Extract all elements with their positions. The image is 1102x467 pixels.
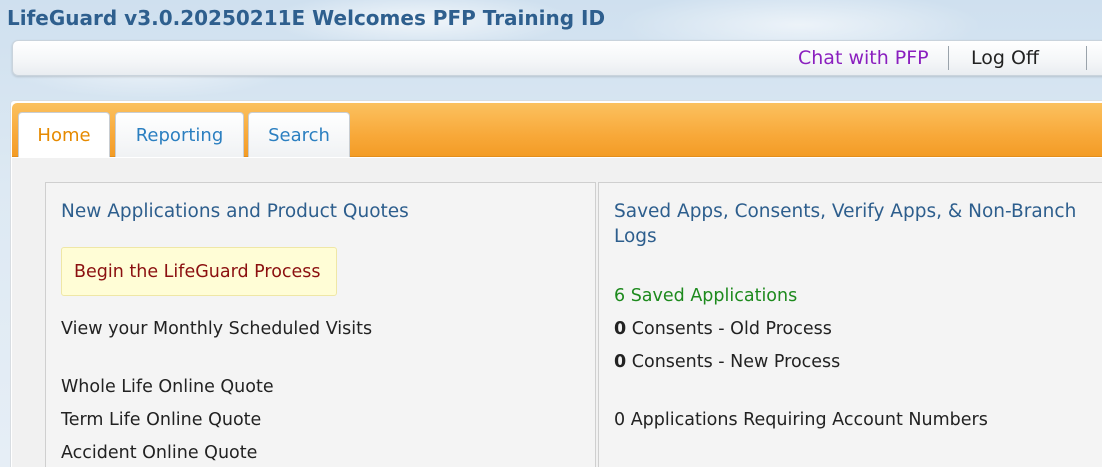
consents-new-label: Consents - New Process xyxy=(631,352,841,372)
section-title: New Applications and Product Quotes xyxy=(61,201,409,222)
applications-requiring-account-numbers-link[interactable]: 0 Applications Requiring Account Numbers xyxy=(614,410,988,430)
top-toolbar xyxy=(12,40,1102,76)
begin-lifeguard-process-button[interactable]: Begin the LifeGuard Process xyxy=(61,247,337,296)
toolbar-divider xyxy=(948,46,949,70)
consents-old-count: 0 xyxy=(614,319,627,339)
accident-quote-link[interactable]: Accident Online Quote xyxy=(61,443,257,463)
consents-new-process-link[interactable]: 0 Consents - New Process xyxy=(614,352,840,372)
tab-label: Reporting xyxy=(135,124,224,146)
saved-applications-link[interactable]: 6 Saved Applications xyxy=(614,286,797,306)
section-title-line1: Saved Apps, Consents, Verify Apps, & Non… xyxy=(614,201,1077,222)
tab-label: Search xyxy=(268,124,330,146)
chat-with-pfp-link[interactable]: Chat with PFP xyxy=(798,47,929,69)
monthly-scheduled-visits-link[interactable]: View your Monthly Scheduled Visits xyxy=(61,319,372,339)
consents-old-label: Consents - Old Process xyxy=(631,319,832,339)
toolbar-divider xyxy=(1086,46,1087,70)
tab-home[interactable]: Home xyxy=(18,112,110,157)
tab-label: Home xyxy=(37,124,91,146)
whole-life-quote-link[interactable]: Whole Life Online Quote xyxy=(61,377,274,397)
tab-search[interactable]: Search xyxy=(248,112,350,157)
consents-new-count: 0 xyxy=(614,352,627,372)
log-off-link[interactable]: Log Off xyxy=(971,47,1039,69)
consents-old-process-link[interactable]: 0 Consents - Old Process xyxy=(614,319,832,339)
section-title-line2: Logs xyxy=(614,226,657,247)
tab-reporting[interactable]: Reporting xyxy=(115,112,244,157)
begin-label: Begin the LifeGuard Process xyxy=(74,261,321,282)
welcome-title: LifeGuard v3.0.20250211E Welcomes PFP Tr… xyxy=(7,6,606,30)
term-life-quote-link[interactable]: Term Life Online Quote xyxy=(61,410,261,430)
